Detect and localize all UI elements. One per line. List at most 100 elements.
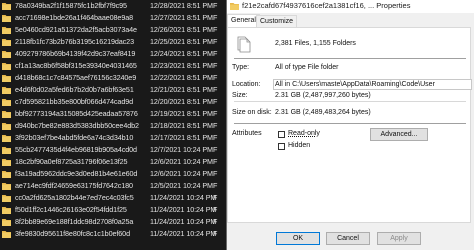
list-item[interactable]: acc71698e1bde26a1f464baae08e9a8 12/27/202… bbox=[0, 12, 224, 24]
location-field[interactable]: All in C:\Users\maste\AppData\Roaming\Co… bbox=[273, 79, 472, 90]
list-item[interactable]: c7d595821bb35e800bf066d474cad9d 12/20/202… bbox=[0, 96, 224, 108]
apply-button[interactable]: Apply bbox=[377, 232, 421, 245]
item-type: F bbox=[213, 229, 218, 238]
item-type: F bbox=[213, 97, 218, 106]
list-item[interactable]: ae714ec9fdf24659e63175fd7642c180 12/5/202… bbox=[0, 180, 224, 192]
item-type: F bbox=[213, 13, 218, 22]
list-item[interactable]: 78a0349ba2f1f15875fc1b2fbf7f9c95 12/28/20… bbox=[0, 0, 224, 12]
date-modified: 12/28/2021 8:51 PM bbox=[150, 1, 213, 10]
folder-name: ae714ec9fdf24659e63175fd7642c180 bbox=[15, 181, 133, 190]
list-item[interactable]: 3fe9830d95611f8e80fc8c1c1b0ef60d 11/24/20… bbox=[0, 228, 224, 240]
list-item[interactable]: 3f92b03ef7be4abd5fde6a74c3d34b10 12/17/20… bbox=[0, 132, 224, 144]
folder-icon bbox=[2, 195, 11, 202]
size-value: 2.31 GB (2,487,997,260 bytes) bbox=[275, 92, 371, 99]
separator bbox=[234, 101, 466, 102]
item-type: F bbox=[213, 169, 218, 178]
item-type: F bbox=[213, 145, 218, 154]
folder-icon bbox=[230, 3, 239, 10]
list-item[interactable]: d418b68c1c7c84575aef76156c3240e9 12/22/20… bbox=[0, 72, 224, 84]
folder-name: d418b68c1c7c84575aef76156c3240e9 bbox=[15, 73, 137, 82]
date-modified: 12/19/2021 8:51 PM bbox=[150, 109, 213, 118]
hidden-checkbox[interactable] bbox=[278, 143, 285, 150]
item-type: F bbox=[213, 85, 218, 94]
date-modified: 12/6/2021 10:24 PM bbox=[150, 157, 213, 166]
hidden-label[interactable]: Hidden bbox=[288, 142, 310, 149]
item-type: F bbox=[213, 193, 218, 202]
item-type: F bbox=[213, 205, 218, 214]
item-type: F bbox=[213, 73, 218, 82]
size-label: Size: bbox=[232, 92, 248, 99]
date-modified: 12/20/2021 8:51 PM bbox=[150, 97, 213, 106]
item-type: F bbox=[213, 37, 218, 46]
dialog-titlebar[interactable]: f21e2cafd67f4937616cef2a1381cf16, ... Pr… bbox=[227, 0, 474, 13]
readonly-label[interactable]: Read-only bbox=[288, 130, 320, 137]
type-value: All of type File folder bbox=[275, 64, 339, 71]
folder-icon bbox=[2, 75, 11, 82]
size-on-disk-value: 2.31 GB (2,489,483,264 bytes) bbox=[275, 109, 371, 116]
files-icon bbox=[237, 36, 251, 53]
folder-icon bbox=[2, 183, 11, 190]
date-modified: 12/25/2021 8:51 PM bbox=[150, 37, 213, 46]
folder-name: 78a0349ba2f1f15875fc1b2fbf7f9c95 bbox=[15, 1, 127, 10]
tab-customize[interactable]: Customize bbox=[256, 15, 298, 27]
list-item[interactable]: d940bc7be82e883d5383dbb50cee4db2 12/18/20… bbox=[0, 120, 224, 132]
location-value: All in C:\Users\maste\AppData\Roaming\Co… bbox=[275, 81, 435, 88]
item-type: F bbox=[213, 133, 218, 142]
item-type: F bbox=[213, 1, 218, 10]
list-item[interactable]: 5e0460cd921a51372da2f5acb3073a4e 12/26/20… bbox=[0, 24, 224, 36]
item-type: F bbox=[213, 121, 218, 130]
folder-icon bbox=[2, 111, 11, 118]
folder-name: cf1a13ac8b6f58bf315e39340e4031465 bbox=[15, 61, 137, 70]
folder-icon bbox=[2, 15, 11, 22]
date-modified: 12/23/2021 8:51 PM bbox=[150, 61, 213, 70]
folder-icon bbox=[2, 207, 11, 214]
advanced-button[interactable]: Advanced... bbox=[370, 128, 428, 141]
folder-name: d940bc7be82e883d5383dbb50cee4db2 bbox=[15, 121, 139, 130]
item-type: F bbox=[213, 109, 218, 118]
item-type: F bbox=[213, 217, 218, 226]
folder-name: f50d1ff2c1446c26163e02f54fdd1f25 bbox=[15, 205, 127, 214]
date-modified: 12/26/2021 8:51 PM bbox=[150, 25, 213, 34]
date-modified: 11/24/2021 10:24 PM bbox=[150, 217, 217, 226]
folder-name: 409279786b69b4139f42d9c37eaf8419 bbox=[15, 49, 136, 58]
list-item[interactable]: 8f2bb89e69e188f1ddc98d2708f0a25a 11/24/20… bbox=[0, 216, 224, 228]
list-item[interactable]: f50d1ff2c1446c26163e02f54fdd1f25 11/24/20… bbox=[0, 204, 224, 216]
list-item[interactable]: f3a19ad5962ddc9e3d0ed81b4e61e60d 12/6/202… bbox=[0, 168, 224, 180]
item-type: F bbox=[213, 49, 218, 58]
folder-icon bbox=[2, 219, 11, 226]
date-modified: 12/7/2021 10:24 PM bbox=[150, 145, 213, 154]
list-item[interactable]: 409279786b69b4139f42d9c37eaf8419 12/24/20… bbox=[0, 48, 224, 60]
size-on-disk-label: Size on disk: bbox=[232, 109, 272, 116]
cancel-button[interactable]: Cancel bbox=[326, 232, 370, 245]
list-item[interactable]: e4d6f0d02a5fed6b7b2d0b7a6bf63e51 12/21/20… bbox=[0, 84, 224, 96]
folder-name: 3f92b03ef7be4abd5fde6a74c3d34b10 bbox=[15, 133, 134, 142]
location-label: Location: bbox=[232, 81, 261, 88]
folder-name: bbf92773194a315085d425eadaa57876 bbox=[15, 109, 138, 118]
folder-icon bbox=[2, 159, 11, 166]
list-item[interactable]: 2118fb1fc73b2b76b3195c16219dac23 12/25/20… bbox=[0, 36, 224, 48]
folder-name: 2118fb1fc73b2b76b3195c16219dac23 bbox=[15, 37, 134, 46]
folder-icon bbox=[2, 51, 11, 58]
folder-name: acc71698e1bde26a1f464baae08e9a8 bbox=[15, 13, 134, 22]
list-item[interactable]: 18c2bf90a0ef8725a31796f06e13f25 12/6/2021… bbox=[0, 156, 224, 168]
date-modified: 11/24/2021 10:24 PM bbox=[150, 205, 217, 214]
date-modified: 11/24/2021 10:24 PM bbox=[150, 229, 217, 238]
item-type: F bbox=[213, 25, 218, 34]
folder-name: 3fe9830d95611f8e80fc8c1c1b0ef60d bbox=[15, 229, 130, 238]
folder-name: 5e0460cd921a51372da2f5acb3073a4e bbox=[15, 25, 137, 34]
date-modified: 12/24/2021 8:51 PM bbox=[150, 49, 213, 58]
tab-general[interactable]: General bbox=[227, 14, 260, 28]
date-modified: 12/21/2021 8:51 PM bbox=[150, 85, 213, 94]
list-item[interactable]: cc0a2fd625a1802b44e7ed7ec4c03fc5 11/24/20… bbox=[0, 192, 224, 204]
folder-name: c7d595821bb35e800bf066d474cad9d bbox=[15, 97, 134, 106]
dialog-title: f21e2cafd67f4937616cef2a1381cf16, ... Pr… bbox=[242, 1, 411, 10]
readonly-checkbox[interactable] bbox=[278, 131, 285, 138]
date-modified: 11/24/2021 10:24 PM bbox=[150, 193, 217, 202]
list-item[interactable]: bbf92773194a315085d425eadaa57876 12/19/20… bbox=[0, 108, 224, 120]
ok-button[interactable]: OK bbox=[276, 232, 320, 245]
folder-name: cc0a2fd625a1802b44e7ed7ec4c03fc5 bbox=[15, 193, 134, 202]
folder-name: 55cb2477435d4f4eb96819b905a4cd0d bbox=[15, 145, 137, 154]
list-item[interactable]: cf1a13ac8b6f58bf315e39340e4031465 12/23/2… bbox=[0, 60, 224, 72]
date-modified: 12/6/2021 10:24 PM bbox=[150, 169, 213, 178]
list-item[interactable]: 55cb2477435d4f4eb96819b905a4cd0d 12/7/202… bbox=[0, 144, 224, 156]
